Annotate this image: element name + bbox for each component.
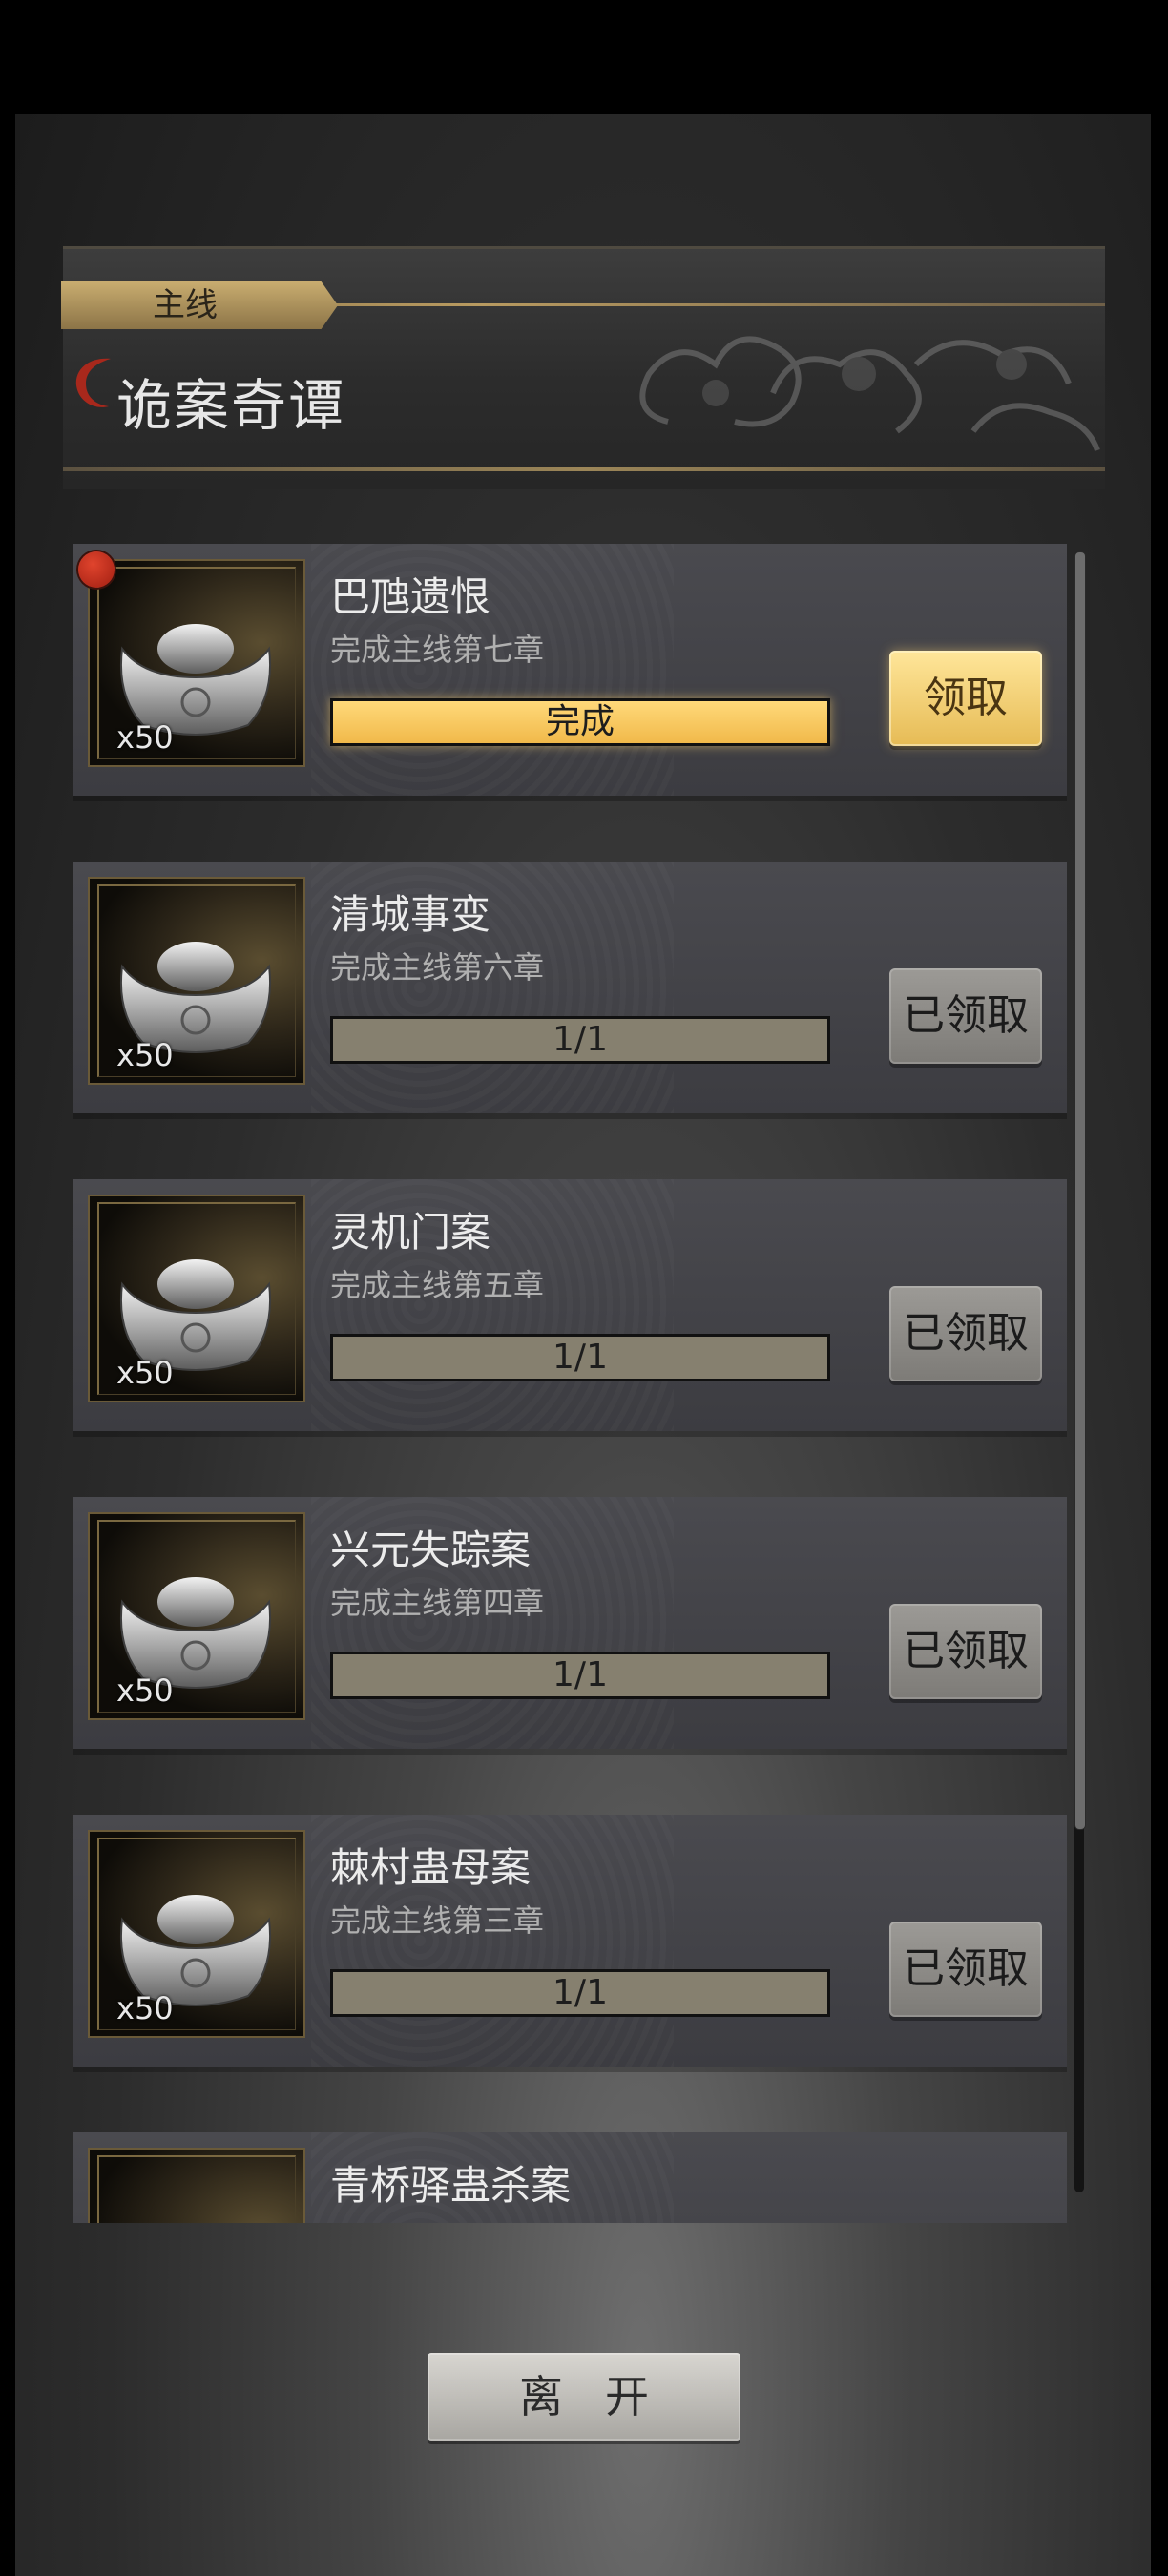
reward-slot[interactable] bbox=[88, 2148, 305, 2223]
task-title: 清城事变 bbox=[330, 891, 491, 938]
reward-slot[interactable]: x50 bbox=[88, 559, 305, 767]
claimed-button[interactable]: 已领取 bbox=[889, 968, 1042, 1064]
task-title: 灵机门案 bbox=[330, 1209, 491, 1256]
claimed-button[interactable]: 已领取 bbox=[889, 1286, 1042, 1381]
silver-ingot-icon bbox=[119, 1259, 272, 1371]
red-notification-dot bbox=[78, 551, 115, 588]
task-title: 巴虺遗恨 bbox=[330, 573, 491, 620]
reward-quantity: x50 bbox=[116, 1355, 174, 1391]
cloud-ornament-icon bbox=[639, 336, 1100, 452]
reward-slot[interactable]: x50 bbox=[88, 877, 305, 1085]
task-description: 完成主线第六章 bbox=[330, 949, 545, 986]
list-item: x50 兴元失踪案 完成主线第四章 1/1 已领取 bbox=[73, 1497, 1067, 1749]
page-title: 诡案奇谭 bbox=[116, 373, 346, 438]
task-title: 青桥驿蛊杀案 bbox=[330, 2162, 572, 2209]
claimed-button[interactable]: 已领取 bbox=[889, 1922, 1042, 2017]
task-description: 完成主线第七章 bbox=[330, 632, 545, 668]
progress-bar: 1/1 bbox=[330, 1969, 830, 2017]
reward-quantity: x50 bbox=[116, 1672, 174, 1709]
task-description: 完成主线第四章 bbox=[330, 1585, 545, 1621]
silver-ingot-icon bbox=[119, 1577, 272, 1689]
list-item: x50 灵机门案 完成主线第五章 1/1 已领取 bbox=[73, 1179, 1067, 1431]
tab-main-quest[interactable]: 主线 bbox=[61, 281, 338, 329]
silver-ingot-icon bbox=[119, 624, 272, 736]
task-title: 兴元失踪案 bbox=[330, 1527, 532, 1573]
task-title: 棘村蛊母案 bbox=[330, 1844, 532, 1891]
progress-bar: 1/1 bbox=[330, 1016, 830, 1064]
list-item: x50 巴虺遗恨 完成主线第七章 完成 领取 bbox=[73, 544, 1067, 796]
progress-bar: 完成 bbox=[330, 698, 830, 746]
header-divider-bottom bbox=[63, 467, 1105, 471]
reward-slot[interactable]: x50 bbox=[88, 1195, 305, 1402]
progress-bar: 1/1 bbox=[330, 1334, 830, 1381]
silver-ingot-icon bbox=[119, 942, 272, 1053]
silver-ingot-icon bbox=[119, 1895, 272, 2006]
claim-button[interactable]: 领取 bbox=[889, 651, 1042, 746]
reward-quantity: x50 bbox=[116, 1037, 174, 1073]
reward-quantity: x50 bbox=[116, 719, 174, 756]
list-item: x50 棘村蛊母案 完成主线第三章 1/1 已领取 bbox=[73, 1815, 1067, 2067]
progress-bar: 1/1 bbox=[330, 1652, 830, 1699]
title-emblem-icon bbox=[75, 358, 111, 407]
task-list[interactable]: x50 巴虺遗恨 完成主线第七章 完成 领取 x50 清城事变 完成主线第六章 … bbox=[73, 544, 1067, 2223]
reward-slot[interactable]: x50 bbox=[88, 1830, 305, 2038]
list-item: 青桥驿蛊杀案 bbox=[73, 2132, 1067, 2223]
leave-button[interactable]: 离开 bbox=[428, 2353, 740, 2441]
reward-quantity: x50 bbox=[116, 1990, 174, 2026]
task-description: 完成主线第五章 bbox=[330, 1267, 545, 1303]
task-description: 完成主线第三章 bbox=[330, 1902, 545, 1939]
reward-slot[interactable]: x50 bbox=[88, 1512, 305, 1720]
claimed-button[interactable]: 已领取 bbox=[889, 1604, 1042, 1699]
scrollbar-thumb[interactable] bbox=[1074, 551, 1086, 1830]
list-item: x50 清城事变 完成主线第六章 1/1 已领取 bbox=[73, 862, 1067, 1113]
